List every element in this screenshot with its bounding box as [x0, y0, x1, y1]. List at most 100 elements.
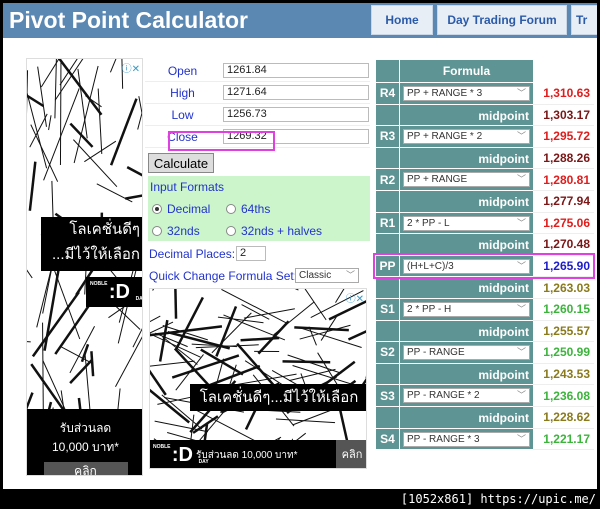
formula-select[interactable]: PP + RANGE ﹀ [403, 172, 530, 188]
formula-value: 2 * PP - L [407, 217, 450, 229]
map-road [90, 351, 95, 377]
ad-left[interactable]: ⓘ✕ โลเคชั่นดีๆ ...มีไว้ให้เลือก NOBLE :D … [26, 58, 143, 476]
formula-select[interactable]: PP - RANGE ﹀ [403, 345, 530, 361]
ad-close-icon[interactable]: ⓘ✕ [122, 60, 140, 75]
map-road [257, 320, 290, 355]
map-road [27, 70, 29, 115]
pivot-row-r3: R3 PP + RANGE * 2 ﹀ 1,295.72 [376, 126, 594, 148]
midpoint-label: midpoint [478, 324, 529, 339]
formula-value: PP - RANGE * 2 [407, 390, 480, 402]
ad-cta-button[interactable]: คลิก [336, 440, 366, 468]
map-road [47, 401, 53, 409]
level-value: 1,260.15 [533, 299, 594, 321]
pivot-row-midpoint: midpoint 1,277.94 [376, 191, 594, 213]
midpoint-cell: midpoint [400, 104, 533, 127]
map-road [304, 289, 327, 321]
format-32nds[interactable]: 32nds [152, 224, 200, 238]
footer-watermark: [1052x861] https://upic.me/ [400, 492, 596, 506]
level-label: S4 [376, 428, 400, 451]
map-road [150, 369, 167, 396]
map-road [69, 122, 94, 148]
format-64ths[interactable]: 64ths [226, 202, 270, 216]
ad-cta-button[interactable]: คลิก [43, 462, 128, 475]
level-label: S1 [376, 299, 400, 321]
formula-value: PP - RANGE [407, 347, 465, 359]
page-title: Pivot Point Calculator [9, 7, 248, 33]
radio-icon[interactable] [152, 226, 162, 236]
radio-icon[interactable] [226, 226, 236, 236]
format-decimal[interactable]: Decimal [152, 202, 210, 216]
nav-day-trading-forum[interactable]: Day Trading Forum [437, 5, 567, 35]
pivot-row-midpoint: midpoint 1,303.17 [376, 104, 594, 127]
midpoint-cell: midpoint [400, 320, 533, 343]
level-value: 1,280.81 [533, 169, 594, 191]
formula-select[interactable]: 2 * PP - L ﹀ [403, 215, 530, 231]
calculate-button[interactable]: Calculate [148, 153, 214, 173]
formula-cell: PP - RANGE ﹀ [400, 342, 533, 364]
pivot-row-midpoint: midpoint 1,255.57 [376, 320, 594, 343]
radio-icon[interactable] [152, 204, 162, 214]
input-formats-label: Input Formats [150, 180, 225, 194]
formula-select[interactable]: PP + RANGE * 3 ﹀ [403, 86, 530, 101]
low-input[interactable]: 1256.73 [223, 107, 369, 122]
map-road [97, 88, 103, 154]
high-row: High 1271.64 [145, 82, 370, 104]
map-road [115, 336, 142, 387]
level-label [376, 320, 400, 343]
formula-value: PP - RANGE * 3 [407, 433, 480, 445]
midpoint-label: midpoint [478, 108, 529, 123]
close-highlight [168, 131, 275, 151]
level-value: 1,295.72 [533, 126, 594, 148]
midpoint-cell: midpoint [400, 147, 533, 170]
level-value: 1,303.17 [533, 105, 594, 127]
page: Pivot Point Calculator Home Day Trading … [3, 3, 597, 489]
formula-header: Formula [400, 60, 533, 83]
formula-select[interactable]: PP - RANGE * 3 ﹀ [403, 431, 530, 447]
ad-logo-box: NOBLE :D DAY [86, 277, 142, 307]
open-input[interactable]: 1261.84 [223, 63, 369, 78]
formula-set-select[interactable]: Classic ﹀ [295, 268, 359, 283]
level-value: 1,288.26 [533, 148, 594, 170]
formula-select[interactable]: PP + RANGE * 2 ﹀ [403, 129, 530, 145]
map-road [43, 88, 80, 181]
level-value: 1,236.08 [533, 385, 594, 407]
map-road [152, 289, 155, 291]
formula-cell: 2 * PP - H ﹀ [400, 299, 533, 321]
level-label: R4 [376, 83, 400, 105]
ad-bottom[interactable]: ⓘ✕ โลเคชั่นดีๆ...มีไว้ให้เลือก NOBLE :D … [149, 288, 367, 469]
pivot-row-s3: S3 PP - RANGE * 2 ﹀ 1,236.08 [376, 385, 594, 407]
formula-select[interactable]: 2 * PP - H ﹀ [403, 302, 530, 317]
ad-close-icon[interactable]: ⓘ✕ [346, 290, 364, 305]
open-label: Open [167, 64, 198, 78]
chevron-down-icon: ﹀ [516, 174, 526, 185]
decimal-places-label: Decimal Places: [149, 247, 236, 261]
decimal-places-input[interactable]: 2 [236, 246, 266, 261]
map-road [69, 359, 93, 384]
ad-offer-bar: NOBLE :D DAY รับส่วนลด 10,000 บาท* คลิก [150, 440, 366, 468]
nav-tr[interactable]: Tr [571, 5, 597, 35]
formula-select[interactable]: PP - RANGE * 2 ﹀ [403, 388, 530, 404]
midpoint-label: midpoint [478, 281, 529, 296]
map-road [48, 115, 52, 131]
chevron-down-icon: ﹀ [516, 304, 526, 314]
level-label [376, 277, 400, 299]
map-road [125, 194, 142, 200]
ad-headline: โลเคชั่นดีๆ...มีไว้ให้เลือก [190, 384, 366, 411]
format-32nds-halves[interactable]: 32nds + halves [226, 224, 322, 238]
brand-part: :D [171, 444, 199, 466]
ad-offer: รับส่วนลด 10,000 บาท* [196, 450, 298, 461]
pivot-row-midpoint: midpoint 1,288.26 [376, 147, 594, 170]
high-input[interactable]: 1271.64 [223, 85, 369, 100]
pivot-row-s2: S2 PP - RANGE ﹀ 1,250.99 [376, 342, 594, 364]
formula-cell: 2 * PP - L ﹀ [400, 212, 533, 235]
level-value: 1,243.53 [533, 364, 594, 386]
nav-home[interactable]: Home [371, 5, 433, 35]
pivot-header-row: Formula [376, 60, 594, 83]
pivot-row-midpoint: midpoint 1,228.62 [376, 407, 594, 429]
formula-set-label: Quick Change Formula Set: [149, 269, 298, 283]
level-label [376, 191, 400, 213]
brand-part: :D [108, 281, 136, 303]
midpoint-label: midpoint [478, 367, 529, 382]
midpoint-label: midpoint [478, 195, 529, 209]
radio-icon[interactable] [226, 204, 236, 214]
